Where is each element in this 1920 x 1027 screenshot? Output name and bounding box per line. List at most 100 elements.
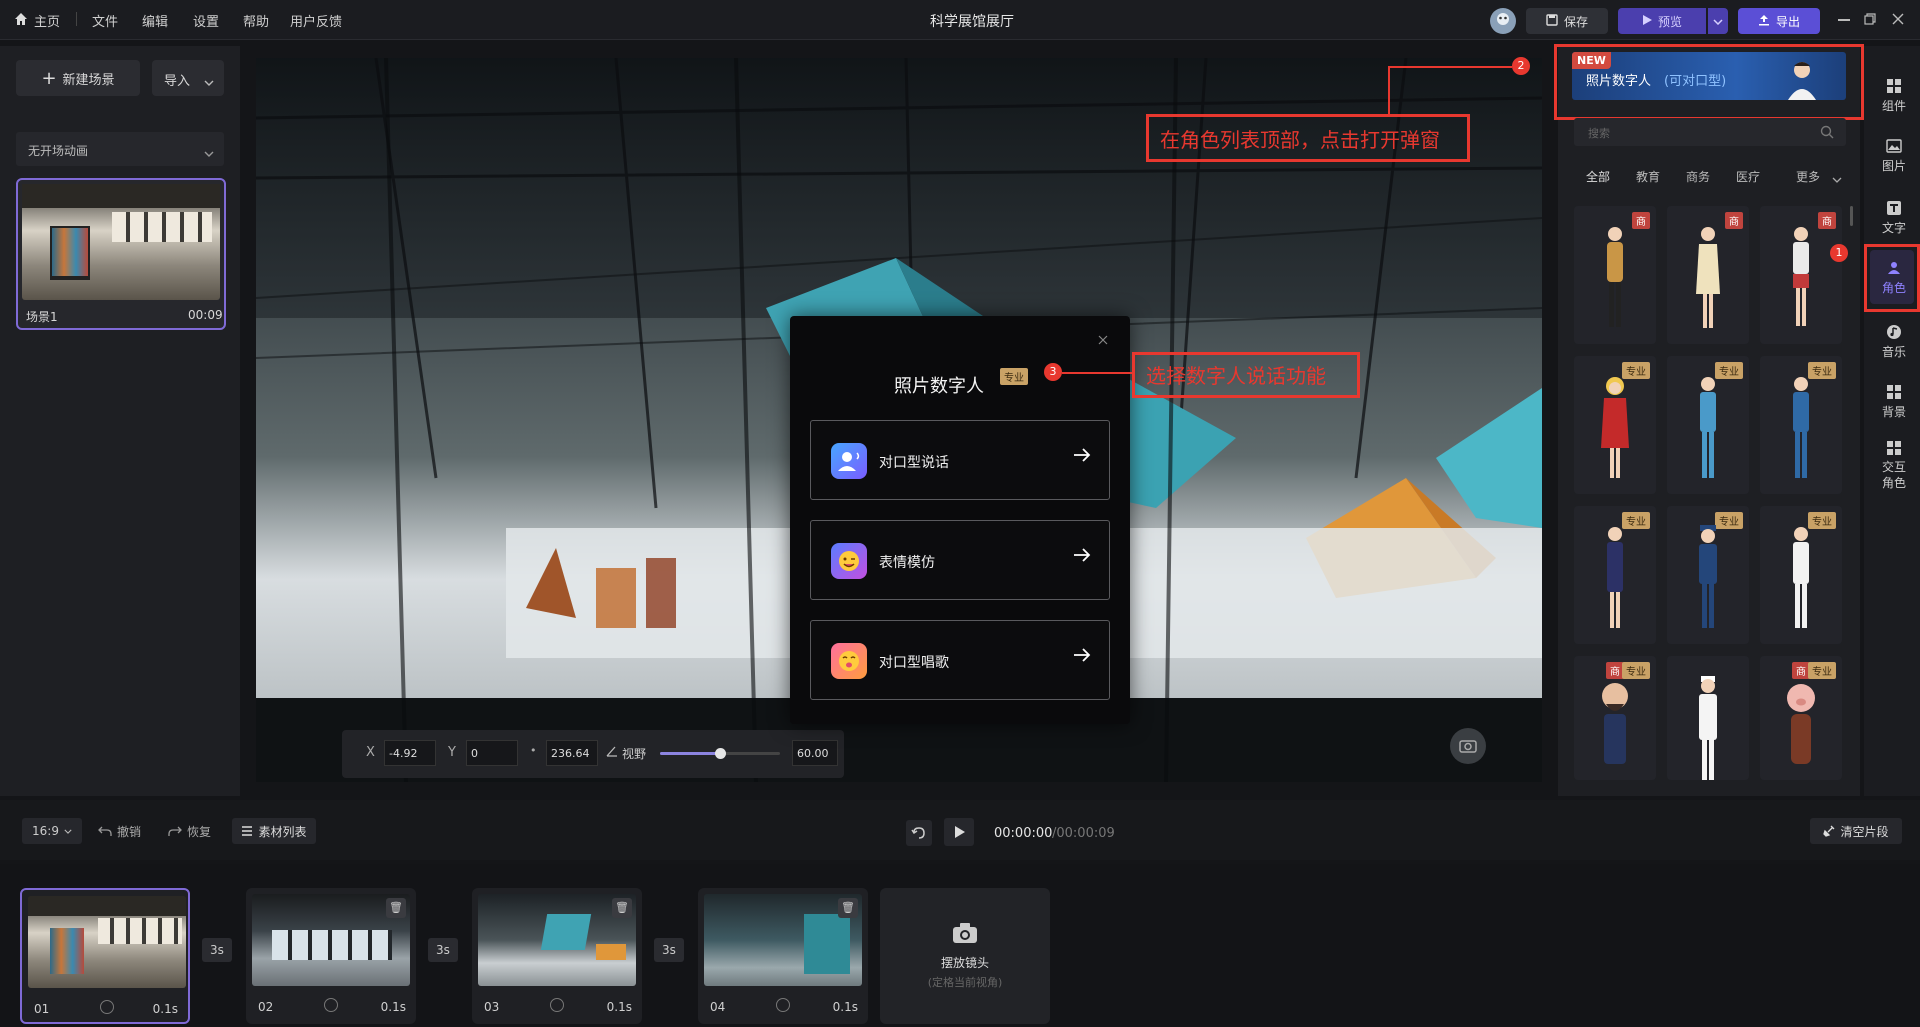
character-card[interactable]: 专业 bbox=[1574, 356, 1656, 494]
timeline-clip[interactable]: 🗑 04 0.1s bbox=[698, 888, 868, 1024]
play-button[interactable] bbox=[944, 818, 974, 846]
category-tab-more[interactable]: 更多 bbox=[1796, 168, 1820, 185]
aspect-ratio-value: 16:9 bbox=[32, 824, 59, 838]
rail-label: 交互角色 bbox=[1881, 460, 1906, 490]
biz-badge: 商 bbox=[1818, 212, 1836, 229]
play-circle-icon[interactable] bbox=[550, 998, 564, 1012]
aspect-ratio-select[interactable]: 16:9 bbox=[22, 818, 82, 844]
character-card[interactable]: 商 bbox=[1574, 206, 1656, 344]
undo-button[interactable]: 撤销 bbox=[98, 818, 141, 844]
timeline-clip[interactable]: 🗑 03 0.1s bbox=[472, 888, 642, 1024]
delete-clip-button[interactable]: 🗑 bbox=[612, 898, 632, 918]
annotation-box-2 bbox=[1554, 44, 1864, 120]
play-circle-icon[interactable] bbox=[324, 998, 338, 1012]
character-figure bbox=[1601, 377, 1629, 478]
plus-icon: + bbox=[41, 67, 57, 89]
character-figure bbox=[1607, 227, 1623, 327]
option-lip-sync-talk[interactable]: 对口型说话 bbox=[810, 420, 1110, 500]
annotation-marker-1: 1 bbox=[1830, 244, 1848, 262]
character-card[interactable]: 专业 bbox=[1667, 356, 1749, 494]
play-icon bbox=[955, 826, 965, 838]
x-input[interactable]: -4.92 bbox=[384, 740, 436, 766]
fov-input[interactable]: 60.00 bbox=[792, 740, 838, 766]
preview-button[interactable]: 预览 bbox=[1618, 8, 1706, 34]
rail-music[interactable]: 音乐 bbox=[1872, 324, 1916, 360]
scrollbar[interactable] bbox=[1850, 206, 1853, 226]
scene-card[interactable]: 场景1 00:09 bbox=[16, 178, 226, 330]
category-tab-all[interactable]: 全部 bbox=[1586, 168, 1610, 185]
menu-feedback[interactable]: 用户反馈 bbox=[290, 11, 342, 30]
clear-clips-button[interactable]: 清空片段 bbox=[1810, 818, 1902, 844]
character-card[interactable]: 商 bbox=[1760, 206, 1842, 344]
home-icon[interactable] bbox=[14, 12, 28, 26]
avatar[interactable] bbox=[1490, 8, 1516, 34]
play-circle-icon[interactable] bbox=[776, 998, 790, 1012]
export-button[interactable]: 导出 bbox=[1738, 8, 1820, 34]
transition-gap[interactable]: 3s bbox=[654, 938, 684, 962]
menu-home[interactable]: 主页 bbox=[34, 11, 60, 30]
play-icon bbox=[1642, 14, 1652, 28]
chevron-down-icon bbox=[64, 829, 72, 834]
character-card[interactable]: 商 bbox=[1667, 206, 1749, 344]
camera-icon[interactable] bbox=[1450, 728, 1486, 764]
character-card[interactable] bbox=[1667, 656, 1749, 780]
character-card[interactable]: 专业 bbox=[1667, 506, 1749, 644]
fov-slider-handle[interactable] bbox=[715, 748, 726, 759]
character-card[interactable]: 商 专业 bbox=[1760, 656, 1842, 780]
transition-select[interactable]: 无开场动画 bbox=[16, 132, 224, 166]
preview-dropdown-button[interactable] bbox=[1708, 8, 1728, 34]
character-figure bbox=[1700, 377, 1716, 478]
annotation-marker-3: 3 bbox=[1044, 363, 1062, 381]
character-card[interactable]: 专业 bbox=[1760, 356, 1842, 494]
y-input[interactable]: 0 bbox=[466, 740, 518, 766]
close-icon[interactable] bbox=[1892, 13, 1904, 29]
menu-help[interactable]: 帮助 bbox=[243, 11, 269, 30]
option-label: 对口型唱歌 bbox=[879, 655, 949, 671]
character-figure bbox=[1602, 683, 1628, 764]
delete-clip-button[interactable]: 🗑 bbox=[386, 898, 406, 918]
place-camera-button[interactable]: 摆放镜头 (定格当前视角) bbox=[880, 888, 1050, 1024]
timeline-clip[interactable]: 🗑 02 0.1s bbox=[246, 888, 416, 1024]
character-search-input[interactable]: 搜索 bbox=[1574, 118, 1846, 146]
rail-text[interactable]: 文字 bbox=[1872, 200, 1916, 236]
assets-list-button[interactable]: 素材列表 bbox=[232, 818, 316, 844]
search-icon[interactable] bbox=[1820, 125, 1834, 143]
fov-slider[interactable] bbox=[660, 748, 780, 759]
minimize-icon[interactable] bbox=[1838, 19, 1850, 21]
z-input[interactable]: 236.64 bbox=[546, 740, 598, 766]
annotation-line-2 bbox=[1388, 66, 1512, 68]
close-icon[interactable] bbox=[1098, 334, 1108, 349]
transition-gap[interactable]: 3s bbox=[202, 938, 232, 962]
rail-components[interactable]: 组件 bbox=[1872, 78, 1916, 114]
rail-images[interactable]: 图片 bbox=[1872, 138, 1916, 174]
option-lip-sync-sing[interactable]: 对口型唱歌 bbox=[810, 620, 1110, 700]
category-tab-business[interactable]: 商务 bbox=[1686, 168, 1710, 185]
menu-file[interactable]: 文件 bbox=[92, 11, 118, 30]
redo-button[interactable]: 恢复 bbox=[168, 818, 211, 844]
save-button[interactable]: 保存 bbox=[1526, 8, 1608, 34]
character-card[interactable]: 商 专业 bbox=[1574, 656, 1656, 780]
chevron-down-icon bbox=[204, 75, 214, 90]
new-scene-button[interactable]: + 新建场景 bbox=[16, 60, 140, 96]
image-icon bbox=[1886, 139, 1902, 153]
new-scene-label: 新建场景 bbox=[62, 72, 115, 88]
text-icon bbox=[1887, 201, 1901, 215]
category-tab-education[interactable]: 教育 bbox=[1636, 168, 1660, 185]
import-button[interactable]: 导入 bbox=[152, 60, 224, 96]
restore-icon[interactable] bbox=[1864, 13, 1876, 29]
user-talk-icon bbox=[831, 443, 867, 479]
character-card[interactable]: 专业 bbox=[1760, 506, 1842, 644]
option-expression-mimic[interactable]: 表情模仿 bbox=[810, 520, 1110, 600]
delete-clip-button[interactable]: 🗑 bbox=[838, 898, 858, 918]
arrow-right-icon bbox=[1073, 645, 1091, 670]
rail-interactive-characters[interactable]: 交互角色 bbox=[1872, 440, 1916, 491]
menu-settings[interactable]: 设置 bbox=[193, 11, 219, 30]
menu-edit[interactable]: 编辑 bbox=[142, 11, 168, 30]
transition-gap[interactable]: 3s bbox=[428, 938, 458, 962]
character-card[interactable]: 专业 bbox=[1574, 506, 1656, 644]
loop-button[interactable] bbox=[906, 820, 932, 846]
play-circle-icon[interactable] bbox=[100, 1000, 114, 1014]
rail-background[interactable]: 背景 bbox=[1872, 384, 1916, 420]
timeline-clip[interactable]: 01 0.1s bbox=[20, 888, 190, 1024]
category-tab-medical[interactable]: 医疗 bbox=[1736, 168, 1760, 185]
